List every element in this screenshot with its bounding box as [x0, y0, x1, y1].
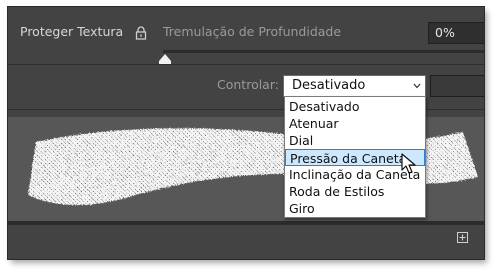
depth-jitter-value: 0% — [435, 25, 455, 40]
separator — [8, 64, 484, 65]
mouse-cursor-icon — [401, 153, 416, 174]
control-label: Controlar: — [217, 77, 279, 92]
depth-jitter-label: Tremulação de Profundidade — [163, 24, 342, 39]
slider-knob-icon[interactable] — [158, 54, 172, 64]
panel-footer — [8, 225, 484, 259]
depth-jitter-slider-track[interactable] — [163, 50, 484, 53]
lock-icon[interactable] — [135, 26, 147, 40]
depth-jitter-field[interactable]: 0% — [428, 22, 484, 44]
menu-item-giro[interactable]: Giro — [285, 200, 425, 217]
menu-item-dial[interactable]: Dial — [285, 132, 425, 149]
add-icon[interactable] — [457, 232, 468, 243]
chevron-down-icon — [413, 83, 421, 89]
control-select[interactable]: Desativado — [283, 75, 426, 97]
minimum-depth-field[interactable] — [430, 75, 484, 97]
menu-item-atenuar[interactable]: Atenuar — [285, 115, 425, 132]
control-select-value: Desativado — [292, 78, 366, 93]
menu-item-roda-de-estilos[interactable]: Roda de Estilos — [285, 183, 425, 200]
protect-texture-label[interactable]: Proteger Textura — [20, 24, 123, 39]
brush-settings-panel: Proteger Textura Tremulação de Profundid… — [8, 7, 484, 259]
menu-item-desativado[interactable]: Desativado — [285, 98, 425, 115]
